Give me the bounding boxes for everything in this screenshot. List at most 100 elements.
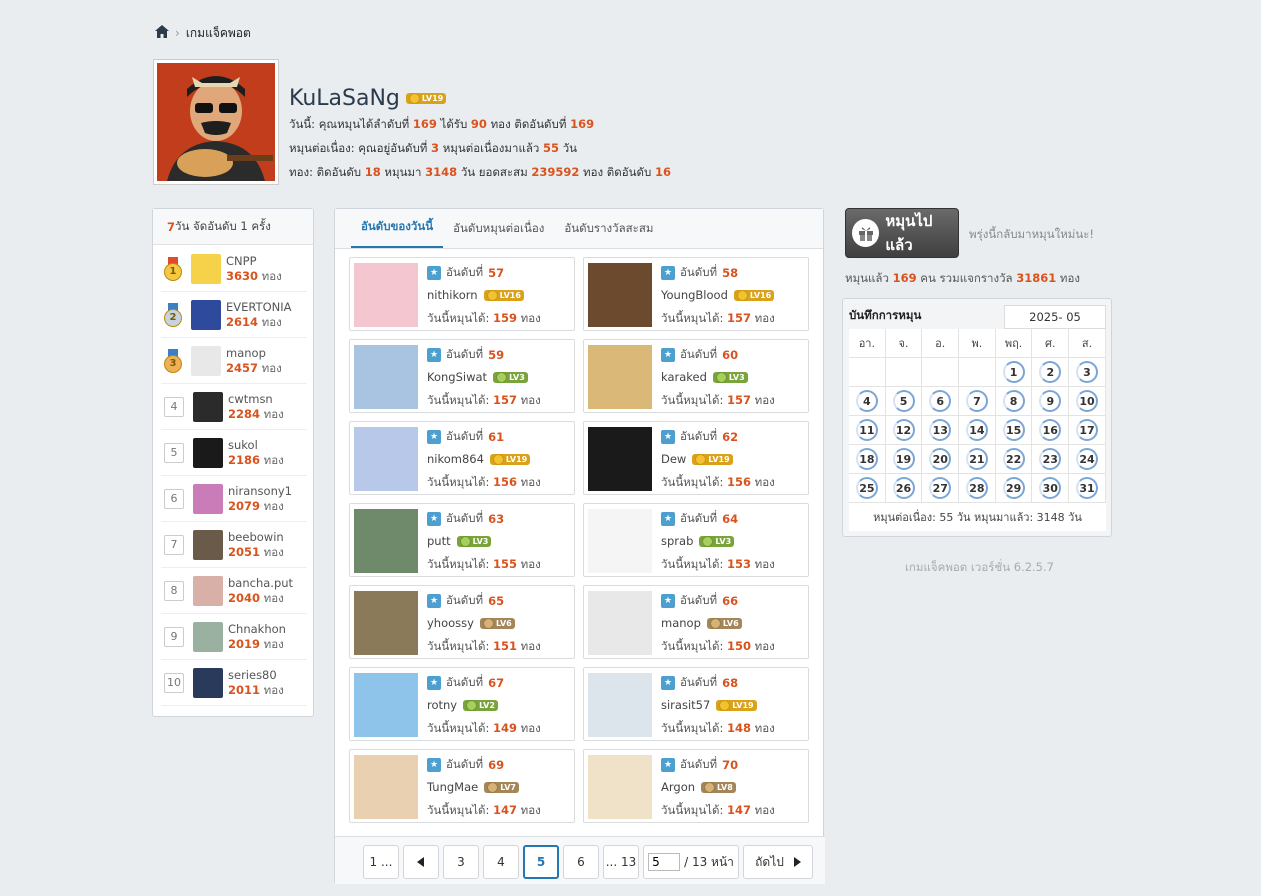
username-link[interactable]: sprab (661, 534, 693, 548)
rank-card[interactable]: ★ อันดับที่ 70 Argon LV8 วันนี้หมุนได้: 147 … (583, 749, 809, 823)
avatar[interactable] (354, 673, 418, 737)
weekly-row[interactable]: 9 Chnakhon 2019 ทอง (161, 614, 307, 660)
spin-button[interactable]: หมุนไปแล้ว (845, 208, 959, 258)
weekly-row[interactable]: 7 beebowin 2051 ทอง (161, 522, 307, 568)
avatar[interactable] (588, 755, 652, 819)
page-5-button[interactable]: 5 (523, 845, 559, 879)
username-link[interactable]: Argon (661, 780, 695, 794)
tab-streak[interactable]: อันดับหมุนต่อเนื่อง (443, 220, 554, 248)
rank-card[interactable]: ★ อันดับที่ 65 yhoossy LV6 วันนี้หมุนได้: 15… (349, 585, 575, 659)
page-next-button[interactable]: ถัดไป (743, 845, 813, 879)
avatar[interactable] (193, 667, 223, 698)
weekly-row[interactable]: 8 bancha.put 2040 ทอง (161, 568, 307, 614)
weekly-name[interactable]: manop (226, 346, 282, 361)
level-badge: LV8 (701, 781, 736, 793)
weekly-rank: 8 (164, 580, 184, 601)
avatar[interactable] (354, 263, 418, 327)
username-link[interactable]: manop (661, 616, 701, 630)
weekly-name[interactable]: sukol (228, 438, 284, 453)
avatar[interactable] (588, 673, 652, 737)
username-link[interactable]: YoungBlood (661, 288, 728, 302)
avatar[interactable] (193, 437, 223, 468)
page-last-button[interactable]: ... 13 (603, 845, 639, 879)
card-rank: ★ อันดับที่ 60 (661, 346, 738, 364)
weekly-row[interactable]: 1 CNPP 3630 ทอง (161, 246, 307, 292)
rank-card[interactable]: ★ อันดับที่ 66 manop LV6 วันนี้หมุนได้: 150 … (583, 585, 809, 659)
weekly-row[interactable]: 5 sukol 2186 ทอง (161, 430, 307, 476)
username-link[interactable]: nikom864 (427, 452, 484, 466)
weekly-name[interactable]: series80 (228, 668, 284, 683)
rank-card[interactable]: ★ อันดับที่ 64 sprab LV3 วันนี้หมุนได้: 153 … (583, 503, 809, 577)
spun-day-marker: 8 (1002, 390, 1025, 412)
level-badge: LV16 (483, 289, 524, 301)
weekly-row[interactable]: 3 manop 2457 ทอง (161, 338, 307, 384)
username-link[interactable]: Dew (661, 452, 686, 466)
username-link[interactable]: karaked (661, 370, 707, 384)
rank-card[interactable]: ★ อันดับที่ 69 TungMae LV7 วันนี้หมุนได้: 14… (349, 749, 575, 823)
avatar[interactable] (354, 509, 418, 573)
avatar[interactable] (588, 263, 652, 327)
username-link[interactable]: putt (427, 534, 451, 548)
avatar[interactable] (354, 427, 418, 491)
username-link[interactable]: rotny (427, 698, 457, 712)
calendar-month[interactable]: 2025- 05 (1004, 305, 1106, 329)
username-link[interactable]: KongSiwat (427, 370, 487, 384)
avatar[interactable] (588, 427, 652, 491)
avatar[interactable] (191, 253, 221, 284)
weekly-row[interactable]: 4 cwtmsn 2284 ทอง (161, 384, 307, 430)
avatar[interactable] (193, 391, 223, 422)
weekly-name[interactable]: Chnakhon (228, 622, 286, 637)
rank-card[interactable]: ★ อันดับที่ 61 nikom864 LV19 วันนี้หมุนได้: … (349, 421, 575, 495)
card-username: YoungBlood LV16 (661, 288, 775, 302)
rank-card[interactable]: ★ อันดับที่ 57 nithikorn LV16 วันนี้หมุนได้:… (349, 257, 575, 331)
spun-day-marker: 14 (965, 419, 988, 441)
weekly-name[interactable]: CNPP (226, 254, 282, 269)
page-3-button[interactable]: 3 (443, 845, 479, 879)
avatar[interactable] (193, 575, 223, 606)
avatar[interactable] (191, 299, 221, 330)
weekly-row[interactable]: 6 niransony1 2079 ทอง (161, 476, 307, 522)
weekly-name[interactable]: bancha.put (228, 576, 293, 591)
avatar[interactable] (588, 509, 652, 573)
page-6-button[interactable]: 6 (563, 845, 599, 879)
tab-today[interactable]: อันดับของวันนี้ (351, 218, 444, 248)
avatar[interactable] (588, 591, 652, 655)
tab-accumulated[interactable]: อันดับรางวัลสะสม (554, 220, 663, 248)
page-prev-button[interactable] (403, 845, 439, 879)
rank-card[interactable]: ★ อันดับที่ 60 karaked LV3 วันนี้หมุนได้: 15… (583, 339, 809, 413)
breadcrumb-current[interactable]: เกมแจ็คพอต (186, 24, 251, 43)
avatar[interactable] (193, 529, 223, 560)
weekly-name[interactable]: niransony1 (228, 484, 292, 499)
page-4-button[interactable]: 4 (483, 845, 519, 879)
rank-card[interactable]: ★ อันดับที่ 63 putt LV3 วันนี้หมุนได้: 155 ท… (349, 503, 575, 577)
rank-card[interactable]: ★ อันดับที่ 59 KongSiwat LV3 วันนี้หมุนได้: … (349, 339, 575, 413)
avatar[interactable] (354, 591, 418, 655)
weekly-name[interactable]: beebowin (228, 530, 284, 545)
page-number-input[interactable] (648, 853, 681, 871)
weekly-row[interactable]: 2 EVERTONIA 2614 ทอง (161, 292, 307, 338)
username-link[interactable]: nithikorn (427, 288, 478, 302)
avatar[interactable] (588, 345, 652, 409)
weekly-name[interactable]: EVERTONIA (226, 300, 292, 315)
rank-card[interactable]: ★ อันดับที่ 62 Dew LV19 วันนี้หมุนได้: 156 ท… (583, 421, 809, 495)
spun-day-marker: 22 (1002, 448, 1025, 470)
page-first-button[interactable]: 1 ... (363, 845, 399, 879)
avatar[interactable] (193, 483, 223, 514)
avatar[interactable] (193, 621, 223, 652)
weekly-score: 2079 (228, 498, 261, 513)
username-link[interactable]: TungMae (427, 780, 478, 794)
avatar[interactable] (354, 755, 418, 819)
username-link[interactable]: sirasit57 (661, 698, 710, 712)
weekly-name[interactable]: cwtmsn (228, 392, 284, 407)
avatar[interactable] (354, 345, 418, 409)
calendar-day: 18 (849, 445, 886, 474)
home-icon[interactable] (155, 25, 169, 41)
avatar[interactable] (191, 345, 221, 376)
weekly-row[interactable]: 10 series80 2011 ทอง (161, 660, 307, 706)
calendar-day: 7 (959, 387, 996, 416)
rank-card[interactable]: ★ อันดับที่ 58 YoungBlood LV16 วันนี้หมุนได้… (583, 257, 809, 331)
username-link[interactable]: yhoossy (427, 616, 474, 630)
rank-card[interactable]: ★ อันดับที่ 67 rotny LV2 วันนี้หมุนได้: 149 … (349, 667, 575, 741)
calendar-day: 14 (959, 416, 996, 445)
rank-card[interactable]: ★ อันดับที่ 68 sirasit57 LV19 วันนี้หมุนได้:… (583, 667, 809, 741)
